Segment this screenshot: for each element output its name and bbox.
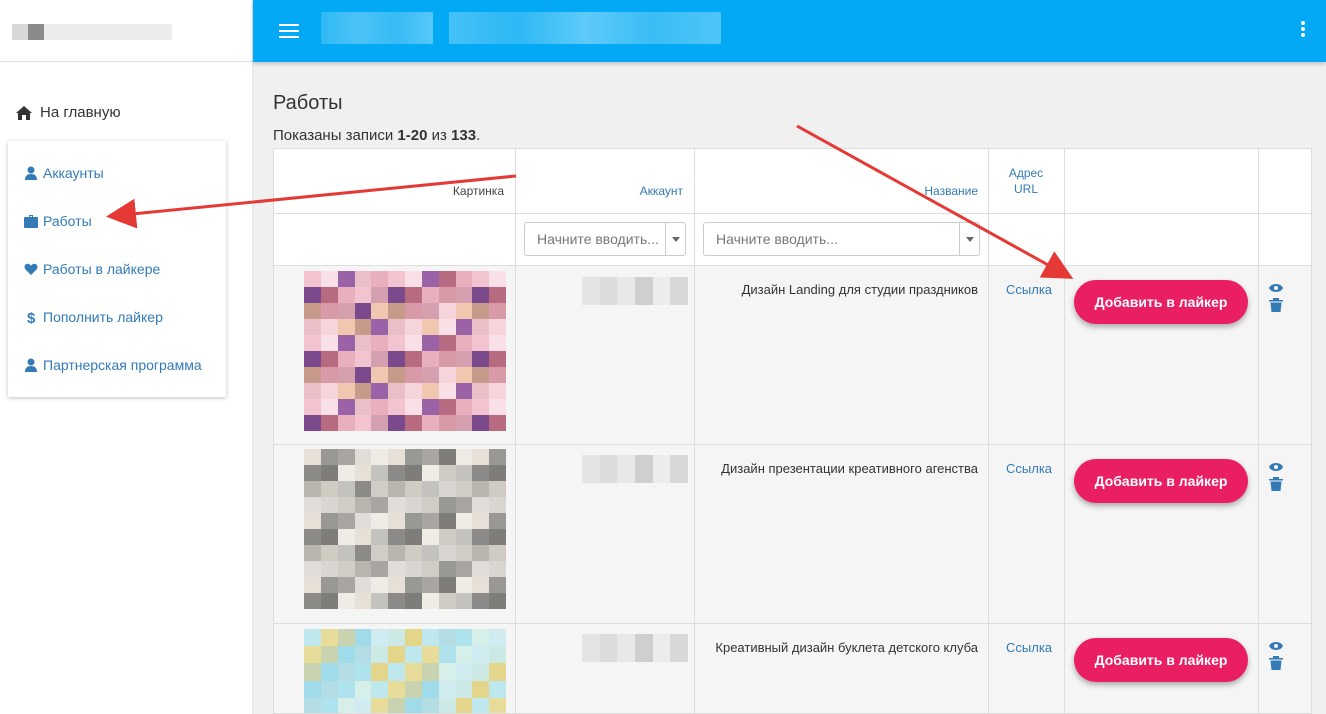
more-vert-icon[interactable] <box>1300 21 1306 41</box>
sidebar-item-label: Работы <box>43 213 92 229</box>
sidebar-item-label: Партнерская программа <box>43 357 202 373</box>
chevron-down-icon[interactable] <box>959 223 979 255</box>
trash-icon[interactable] <box>1269 477 1283 491</box>
home-link[interactable]: На главную <box>16 104 121 121</box>
eye-icon[interactable] <box>1269 460 1283 474</box>
topbar-title-blurred <box>321 12 433 44</box>
work-thumbnail-blurred[interactable] <box>304 271 506 431</box>
add-to-liker-button[interactable]: Добавить в лайкер <box>1074 638 1248 682</box>
work-title: Креативный дизайн буклета детского клуба <box>715 640 978 655</box>
column-header-url[interactable]: Адрес URL <box>996 165 1056 197</box>
url-link[interactable]: Ссылка <box>1006 282 1052 297</box>
column-header-account[interactable]: Аккаунт <box>640 183 683 199</box>
svg-text:$: $ <box>27 310 36 324</box>
sidebar-item-accounts[interactable]: Аккаунты <box>24 165 104 181</box>
dollar-icon: $ <box>27 310 36 324</box>
add-to-liker-button[interactable]: Добавить в лайкер <box>1074 459 1248 503</box>
account-name-blurred <box>582 634 688 662</box>
sidebar-item-label: Пополнить лайкер <box>43 309 163 325</box>
works-table: Картинка Аккаунт Название Адрес URL Начни… <box>273 148 1312 714</box>
work-title: Дизайн Landing для студии праздников <box>741 282 978 297</box>
account-name-blurred <box>582 455 688 483</box>
sidebar-item-works[interactable]: Работы <box>24 213 92 229</box>
user-icon <box>25 166 37 180</box>
logo-text-blurred <box>44 24 172 40</box>
topbar <box>253 0 1326 62</box>
sidebar-item-works-in-liker[interactable]: Работы в лайкере <box>24 261 160 277</box>
name-filter-placeholder: Начните вводить... <box>716 231 838 247</box>
logo-mark-dark <box>28 24 44 40</box>
summary-text: Показаны записи 1-20 из 133. <box>273 127 481 144</box>
work-thumbnail-blurred[interactable] <box>304 629 506 713</box>
hamburger-menu-icon[interactable] <box>279 24 299 38</box>
sidebar-item-label: Работы в лайкере <box>43 261 161 277</box>
briefcase-icon <box>24 215 38 228</box>
sidebar-item-label: Аккаунты <box>43 165 104 181</box>
work-title: Дизайн презентации креативного агенства <box>721 461 978 476</box>
name-filter-select[interactable]: Начните вводить... <box>703 222 980 256</box>
add-to-liker-button[interactable]: Добавить в лайкер <box>1074 280 1248 324</box>
logo-mark <box>12 24 28 40</box>
home-icon <box>16 105 32 120</box>
topbar-subtitle-blurred <box>449 12 721 44</box>
account-filter-select[interactable]: Начните вводить... <box>524 222 686 256</box>
url-link[interactable]: Ссылка <box>1006 640 1052 655</box>
eye-icon[interactable] <box>1269 281 1283 295</box>
column-header-name[interactable]: Название <box>924 183 978 199</box>
url-link[interactable]: Ссылка <box>1006 461 1052 476</box>
logo[interactable] <box>0 0 253 62</box>
account-filter-placeholder: Начните вводить... <box>537 231 659 247</box>
page-title: Работы <box>273 92 343 114</box>
chevron-down-icon[interactable] <box>665 223 685 255</box>
account-name-blurred <box>582 277 688 305</box>
eye-icon[interactable] <box>1269 639 1283 653</box>
user-icon <box>25 358 37 372</box>
sidebar-item-top-up-liker[interactable]: $ Пополнить лайкер <box>24 309 163 325</box>
sidebar-item-partner-program[interactable]: Партнерская программа <box>24 357 202 373</box>
sidebar-menu: Аккаунты Работы Работы в лайкере $ Попол… <box>8 141 226 397</box>
home-label: На главную <box>40 104 121 121</box>
trash-icon[interactable] <box>1269 298 1283 312</box>
trash-icon[interactable] <box>1269 656 1283 670</box>
sidebar: На главную Аккаунты Работы Работы в лайк… <box>0 0 253 714</box>
work-thumbnail-blurred[interactable] <box>304 449 506 609</box>
heart-icon <box>24 263 38 275</box>
column-header-image: Картинка <box>452 184 504 198</box>
